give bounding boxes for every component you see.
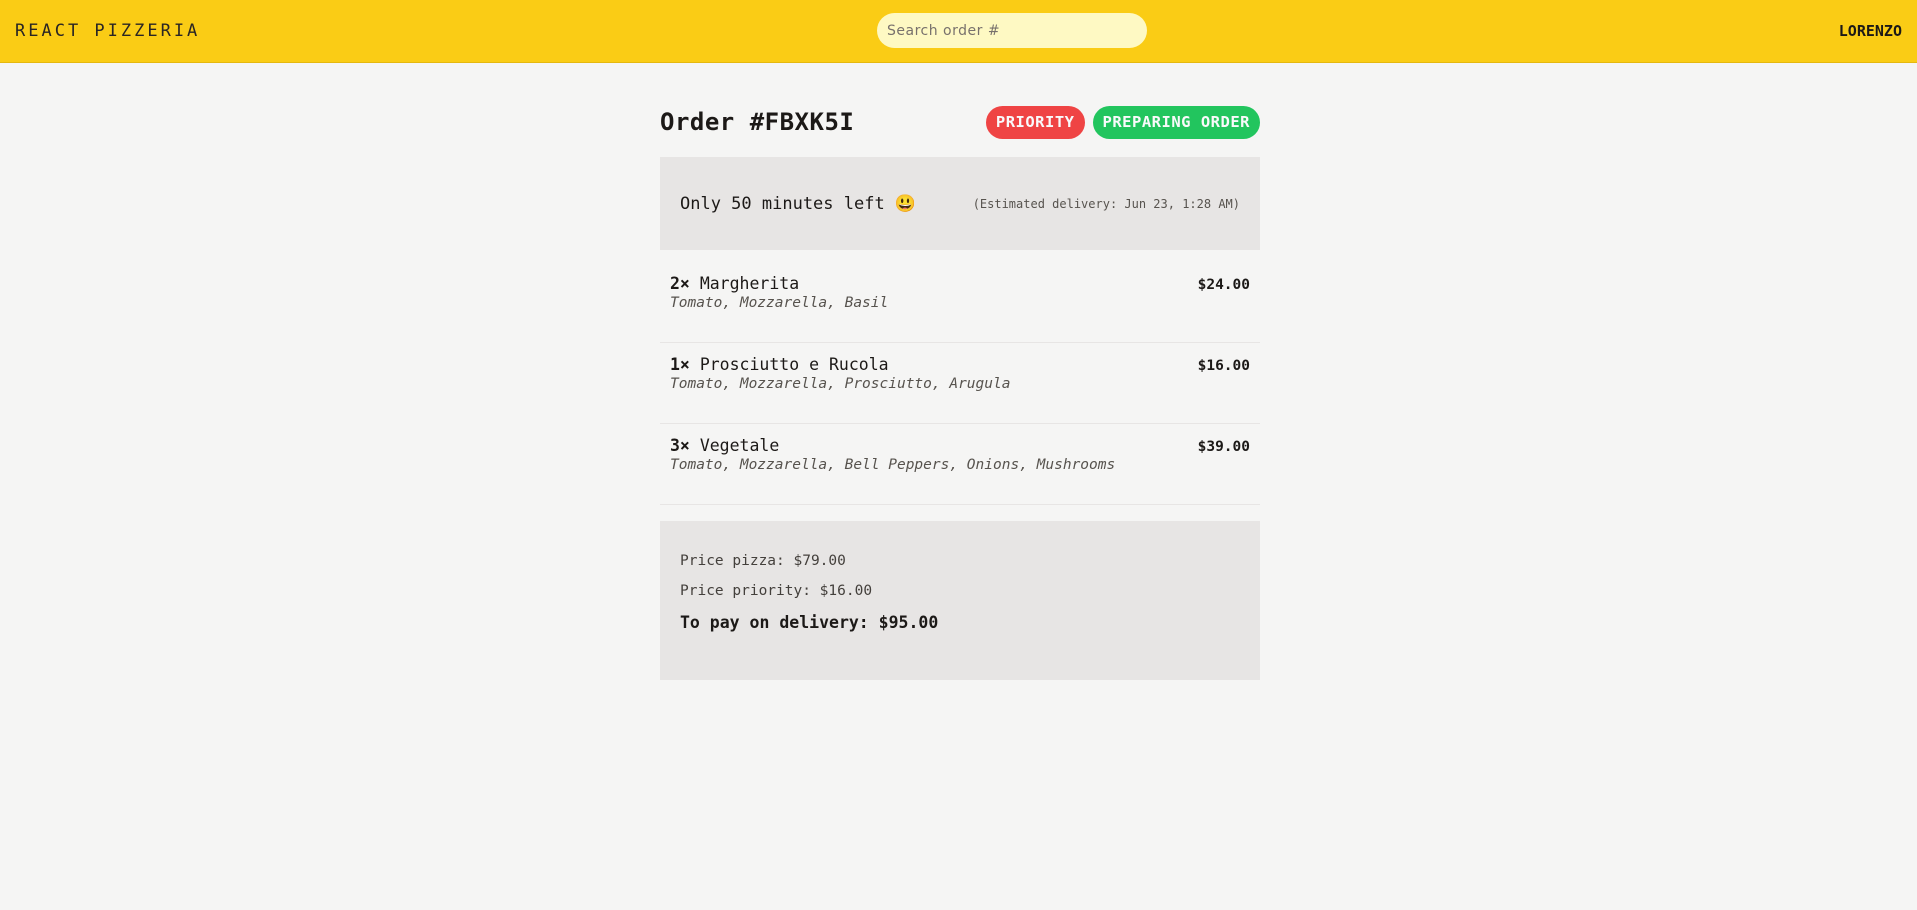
time-remaining: Only 50 minutes left 😃 — [680, 193, 917, 214]
item-quantity: 2× — [670, 274, 690, 293]
total-to-pay: To pay on delivery: $95.00 — [680, 613, 939, 632]
list-item: 1× Prosciutto e Rucola $16.00 Tomato, Mo… — [660, 343, 1260, 424]
item-title: 2× Margherita — [670, 274, 799, 293]
item-title: 3× Vegetale — [670, 436, 779, 455]
item-price: $39.00 — [1197, 439, 1250, 455]
app-header: REACT PIZZERIA LORENZO — [0, 0, 1917, 63]
item-ingredients: Tomato, Mozzarella, Prosciutto, Arugula — [670, 376, 1011, 392]
estimated-delivery: (Estimated delivery: Jun 23, 1:28 AM) — [972, 196, 1240, 211]
item-quantity: 3× — [670, 436, 690, 455]
item-title: 1× Prosciutto e Rucola — [670, 355, 889, 374]
search-order-input[interactable] — [877, 13, 1147, 48]
priority-badge: PRIORITY — [985, 105, 1085, 139]
order-items-list: 2× Margherita $24.00 Tomato, Mozzarella,… — [660, 262, 1260, 505]
price-summary-panel: Price pizza: $79.00 Price priority: $16.… — [660, 521, 1260, 680]
item-quantity: 1× — [670, 355, 690, 374]
list-item: 3× Vegetale $39.00 Tomato, Mozzarella, B… — [660, 424, 1260, 505]
logo-link[interactable]: REACT PIZZERIA — [15, 21, 200, 41]
price-priority: Price priority: $16.00 — [680, 583, 873, 599]
order-title-row: Order #FBXK5I PRIORITY PREPARING ORDER — [660, 101, 1260, 143]
list-item: 2× Margherita $24.00 Tomato, Mozzarella,… — [660, 262, 1260, 343]
order-page: Order #FBXK5I PRIORITY PREPARING ORDER O… — [660, 63, 1260, 680]
price-pizza: Price pizza: $79.00 — [680, 553, 846, 569]
item-price: $24.00 — [1197, 277, 1250, 293]
item-price: $16.00 — [1197, 358, 1250, 374]
item-ingredients: Tomato, Mozzarella, Bell Peppers, Onions… — [670, 457, 1116, 473]
order-badges: PRIORITY PREPARING ORDER — [985, 105, 1260, 139]
item-name: Prosciutto e Rucola — [699, 355, 889, 374]
item-name: Margherita — [699, 274, 800, 293]
page-title: Order #FBXK5I — [660, 108, 855, 136]
delivery-eta-panel: Only 50 minutes left 😃 (Estimated delive… — [660, 157, 1260, 250]
item-name: Vegetale — [699, 436, 780, 455]
item-ingredients: Tomato, Mozzarella, Basil — [670, 295, 889, 311]
username: LORENZO — [1838, 22, 1902, 40]
status-badge: PREPARING ORDER — [1092, 105, 1260, 139]
